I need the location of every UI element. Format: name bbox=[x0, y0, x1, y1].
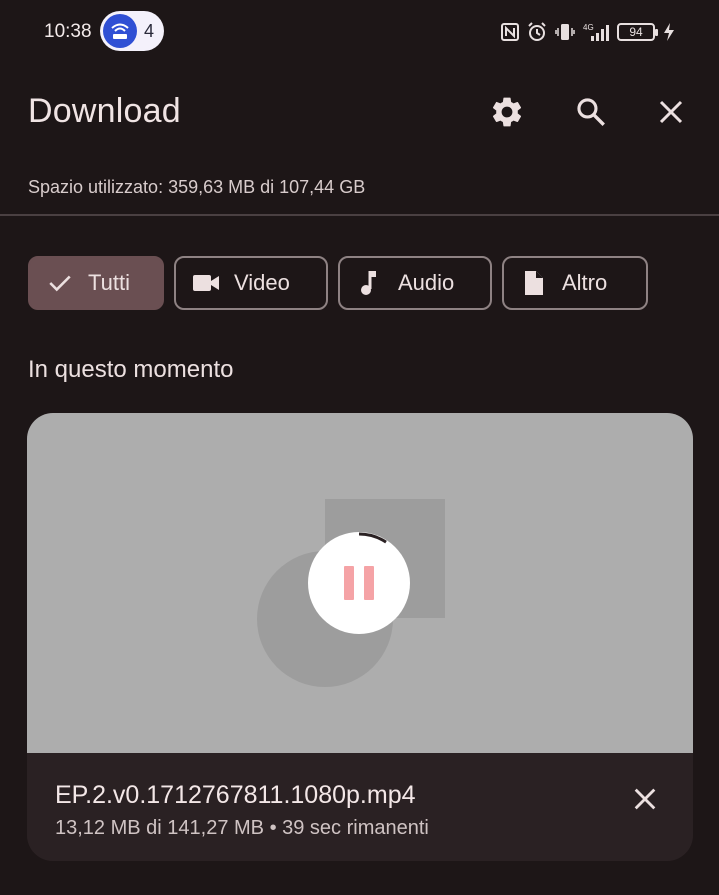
nfc-icon bbox=[501, 23, 519, 41]
search-icon bbox=[577, 98, 605, 126]
video-icon bbox=[192, 269, 220, 297]
download-progress-text: 13,12 MB di 141,27 MB • 39 sec rimanenti bbox=[55, 817, 429, 839]
chip-label: Video bbox=[234, 270, 290, 295]
settings-icon bbox=[492, 97, 522, 127]
signal-4g-icon: 4G bbox=[583, 22, 609, 42]
close-button[interactable] bbox=[647, 88, 695, 136]
alarm-icon bbox=[527, 22, 547, 42]
chip-label: Altro bbox=[562, 270, 608, 295]
status-bar: 10:38 4 4G 94 bbox=[0, 0, 719, 64]
page-title: Download bbox=[28, 92, 181, 130]
cancel-download-button[interactable] bbox=[621, 775, 669, 823]
chip-audio[interactable]: Audio bbox=[338, 256, 492, 310]
file-name: EP.2.v0.1712767811.1080p.mp4 bbox=[55, 781, 416, 809]
chip-tutti[interactable]: Tutti bbox=[28, 256, 164, 310]
download-info: EP.2.v0.1712767811.1080p.mp4 13,12 MB di… bbox=[27, 753, 693, 861]
check-icon bbox=[46, 269, 74, 297]
pause-button[interactable] bbox=[308, 532, 410, 634]
download-card[interactable]: EP.2.v0.1712767811.1080p.mp4 13,12 MB di… bbox=[27, 413, 693, 861]
svg-text:4G: 4G bbox=[583, 23, 594, 32]
status-time: 10:38 bbox=[44, 21, 92, 42]
status-icons: 4G 94 bbox=[501, 20, 675, 44]
divider bbox=[0, 214, 719, 216]
battery-icon: 94 bbox=[617, 23, 658, 41]
progress-ring bbox=[358, 532, 387, 544]
notification-count: 4 bbox=[144, 20, 155, 41]
storage-usage: Spazio utilizzato: 359,63 MB di 107,44 G… bbox=[28, 177, 366, 197]
search-button[interactable] bbox=[567, 88, 615, 136]
chip-video[interactable]: Video bbox=[174, 256, 328, 310]
music-note-icon bbox=[356, 269, 384, 297]
close-icon bbox=[659, 100, 683, 124]
vibrate-icon bbox=[555, 22, 575, 42]
file-thumbnail bbox=[27, 413, 693, 753]
charging-icon bbox=[663, 22, 675, 42]
section-title: In questo momento bbox=[28, 356, 234, 383]
wifi-hotspot-icon bbox=[103, 14, 137, 48]
close-icon bbox=[634, 788, 656, 810]
chip-label: Tutti bbox=[88, 270, 130, 295]
file-icon bbox=[520, 269, 548, 297]
chip-altro[interactable]: Altro bbox=[502, 256, 648, 310]
chip-label: Audio bbox=[398, 270, 455, 295]
notification-pill[interactable]: 4 bbox=[100, 11, 164, 51]
filter-chips: Tutti Video Audio Altro bbox=[28, 256, 648, 310]
app-header: Download bbox=[0, 70, 719, 154]
settings-button[interactable] bbox=[483, 88, 531, 136]
